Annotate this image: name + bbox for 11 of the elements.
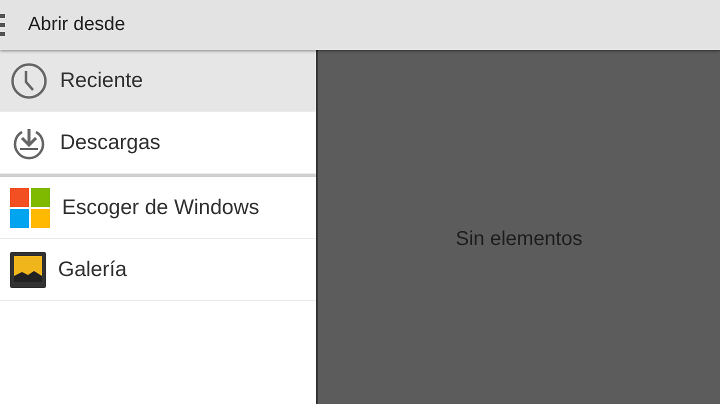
sidebar-item-label: Escoger de Windows (62, 196, 260, 220)
sidebar-item-label: Reciente (60, 68, 143, 92)
menu-icon[interactable] (0, 13, 6, 37)
gallery-icon (10, 252, 46, 288)
sidebar-item-label: Descargas (60, 130, 160, 154)
toolbar-title: Abrir desde (28, 14, 126, 36)
clock-icon (10, 62, 48, 100)
windows-logo-icon (10, 188, 50, 228)
sidebar-item[interactable]: Reciente (0, 50, 316, 112)
empty-message: Sin elementos (456, 228, 582, 250)
sidebar-item-label: Galería (58, 258, 127, 282)
